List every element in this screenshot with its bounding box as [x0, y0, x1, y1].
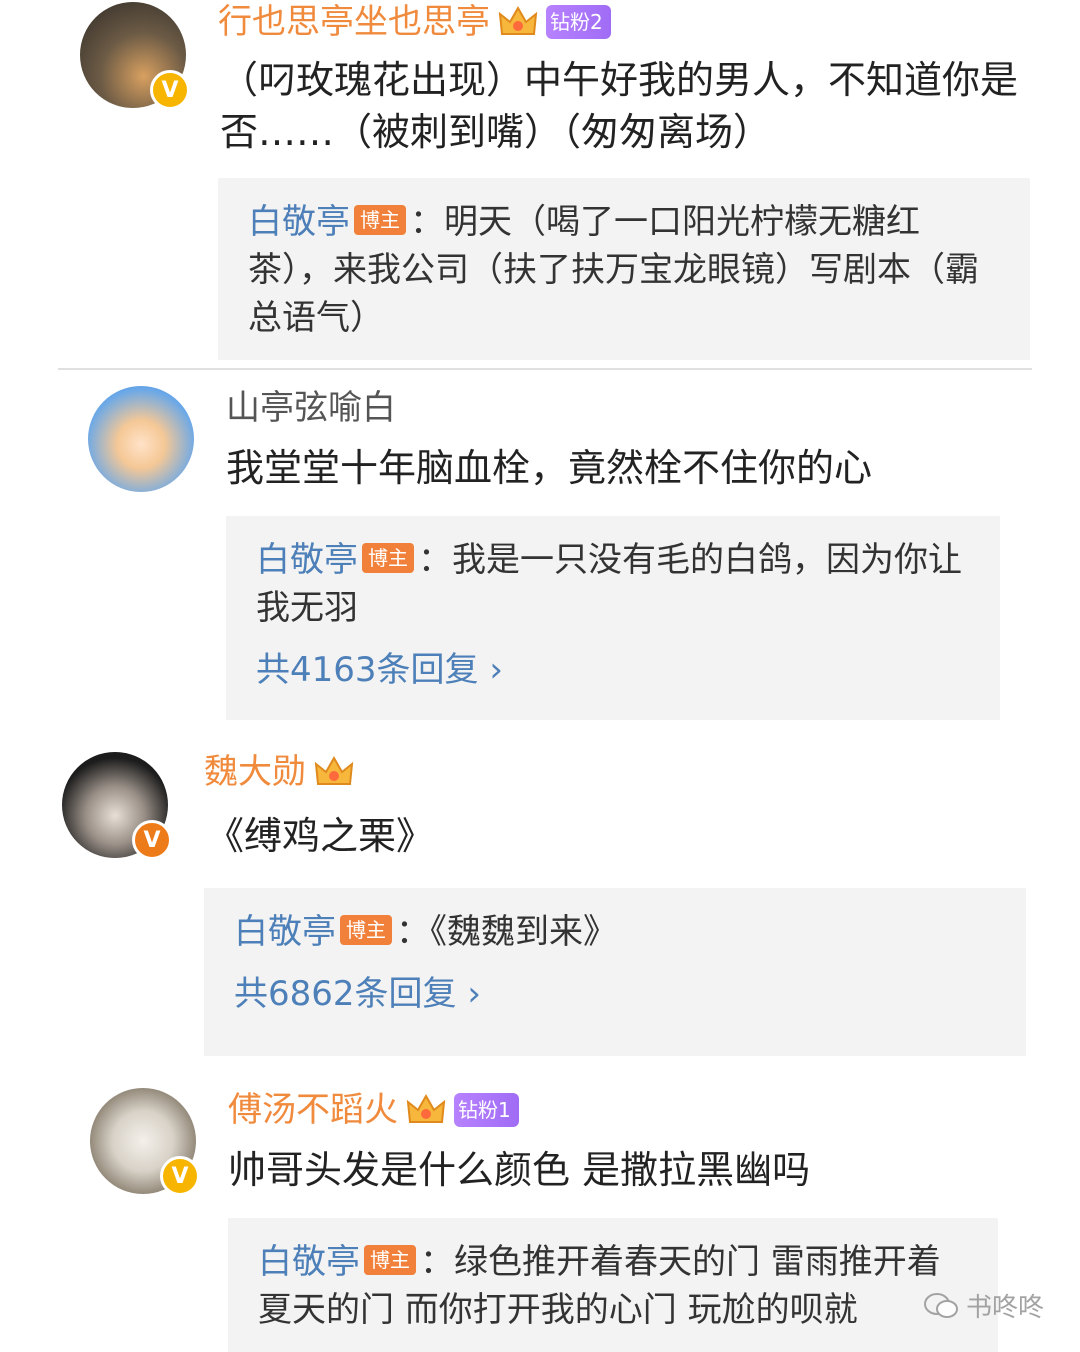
verified-icon: V [132, 820, 172, 860]
comment-text: 我堂堂十年脑血栓，竟然栓不住你的心 [226, 446, 873, 490]
crown-icon [314, 755, 354, 785]
author-tag: 博主 [340, 915, 392, 945]
avatar[interactable]: V [90, 1088, 200, 1196]
reply-box[interactable]: 白敬亭 博主 ：我是一只没有毛的白鸽，因为你让我无羽 共4163条回复 › [226, 516, 1000, 720]
reply-box[interactable]: 白敬亭 博主 ：明天（喝了一口阳光柠檬无糖红茶），来我公司（扶了扶万宝龙眼镜）写剧本… [218, 178, 1030, 360]
verified-icon: V [160, 1156, 200, 1196]
reply-text: ：绿色推开着春天的门 雷雨推开着夏天的门 而你打开我的心门 玩尬的呗就 [258, 1242, 941, 1330]
reply-text: ：《魏魏到来》 [396, 912, 617, 952]
reply-author[interactable]: 白敬亭 [256, 540, 358, 580]
divider [58, 368, 1032, 370]
author-tag: 博主 [354, 205, 406, 235]
avatar[interactable] [88, 386, 194, 492]
avatar[interactable]: V [62, 752, 172, 860]
wechat-icon [923, 1292, 958, 1318]
reply-author[interactable]: 白敬亭 [248, 202, 350, 242]
reply-box[interactable]: 白敬亭 博主 ：《魏魏到来》 共6862条回复 › [204, 888, 1026, 1056]
more-replies-link[interactable]: 共6862条回复 › [234, 970, 996, 1018]
reply-author[interactable]: 白敬亭 [234, 912, 336, 952]
reply-box[interactable]: 白敬亭 博主 ：绿色推开着春天的门 雷雨推开着夏天的门 而你打开我的心门 玩尬的呗就 [228, 1218, 998, 1352]
username[interactable]: 行也思亭坐也思亭 钻粉2 [218, 2, 611, 42]
comment-text: （叼玫瑰花出现）中午好我的男人，不知道你是否……（被刺到嘴）（匆匆离场） [220, 58, 1019, 154]
username[interactable]: 傅汤不蹈火 钻粉1 [228, 1090, 519, 1130]
watermark: 书咚咚 [923, 1287, 1044, 1324]
username[interactable]: 魏大勋 [204, 752, 354, 792]
avatar[interactable]: V [80, 2, 190, 110]
comment-text: 《缚鸡之栗》 [206, 814, 435, 858]
more-replies-link[interactable]: 共4163条回复 › [256, 646, 970, 694]
author-tag: 博主 [362, 543, 414, 573]
crown-icon [498, 5, 538, 35]
author-tag: 博主 [364, 1245, 416, 1275]
verified-icon: V [150, 70, 190, 110]
comment-text: 帅哥头发是什么颜色 是撒拉黑幽吗 [228, 1148, 811, 1192]
reply-author[interactable]: 白敬亭 [258, 1242, 360, 1282]
crown-icon [406, 1093, 446, 1123]
username[interactable]: 山亭弦喻白 [226, 388, 396, 428]
fan-badge: 钻粉2 [546, 5, 611, 39]
fan-badge: 钻粉1 [454, 1093, 519, 1127]
